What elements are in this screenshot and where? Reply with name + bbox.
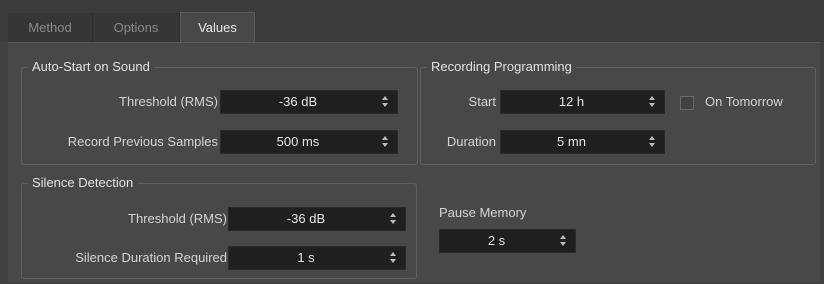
tab-values[interactable]: Values [180, 12, 255, 44]
silence-threshold-value: -36 dB [286, 211, 326, 226]
record-previous-value: 500 ms [276, 134, 320, 149]
pause-memory-value: 2 s [487, 233, 506, 248]
spin-arrows-icon[interactable] [560, 235, 567, 247]
silence-threshold-spinbox[interactable]: -36 dB [228, 207, 406, 231]
spin-arrows-icon[interactable] [649, 136, 656, 148]
spin-arrows-icon[interactable] [390, 213, 397, 225]
spin-arrows-icon[interactable] [649, 96, 656, 108]
on-tomorrow-checkbox[interactable] [680, 96, 694, 110]
silence-detection-title: Silence Detection [28, 175, 138, 191]
auto-start-threshold-value: -36 dB [278, 94, 318, 109]
on-tomorrow-label[interactable]: On Tomorrow [705, 94, 783, 110]
silence-duration-spinbox[interactable]: 1 s [228, 246, 406, 270]
spin-arrows-icon[interactable] [382, 136, 389, 148]
silence-duration-label: Silence Duration Required [75, 250, 227, 265]
duration-label: Duration [446, 134, 496, 149]
tab-bar: Method Options Values [0, 0, 824, 44]
silence-threshold-label: Threshold (RMS) [128, 211, 227, 226]
spin-arrows-icon[interactable] [390, 252, 397, 264]
tab-options[interactable]: Options [93, 13, 180, 42]
silence-duration-value: 1 s [297, 250, 315, 265]
auto-start-title: Auto-Start on Sound [28, 59, 154, 75]
record-previous-spinbox[interactable]: 500 ms [220, 130, 398, 154]
start-label: Start [468, 94, 496, 109]
tab-method[interactable]: Method [8, 13, 93, 42]
duration-value: 5 mn [557, 134, 586, 149]
auto-start-threshold-spinbox[interactable]: -36 dB [220, 90, 398, 114]
recording-programming-title: Recording Programming [427, 59, 576, 75]
start-value: 12 h [558, 94, 585, 109]
auto-start-threshold-label: Threshold (RMS) [119, 94, 218, 109]
record-previous-label: Record Previous Samples [67, 134, 218, 149]
start-spinbox[interactable]: 12 h [500, 90, 665, 114]
pause-memory-label: Pause Memory [439, 205, 527, 220]
spin-arrows-icon[interactable] [382, 96, 389, 108]
values-panel: Auto-Start on Sound Threshold (RMS) -36 … [8, 42, 820, 282]
duration-spinbox[interactable]: 5 mn [500, 130, 665, 154]
pause-memory-spinbox[interactable]: 2 s [439, 229, 576, 253]
